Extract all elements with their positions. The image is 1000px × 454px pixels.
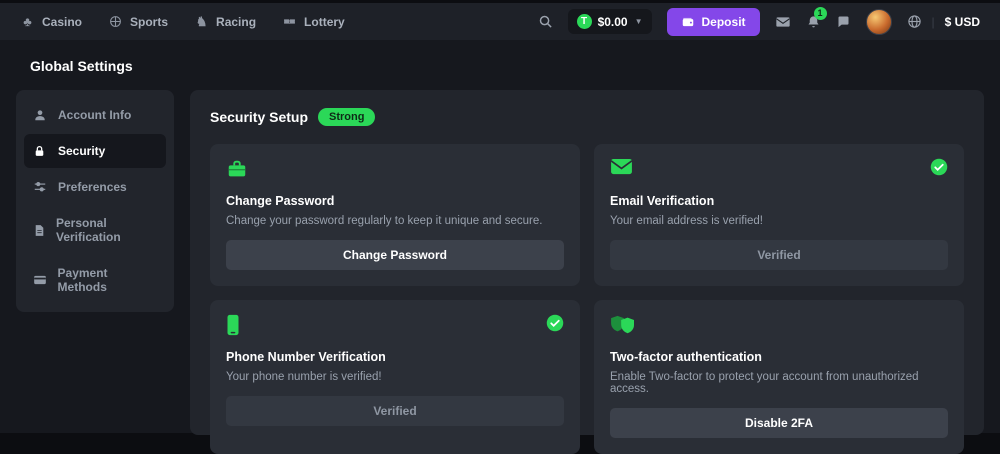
nav-item-label: Casino [42, 15, 82, 29]
chevron-down-icon: ▼ [635, 17, 643, 26]
sidebar-item-label: Payment Methods [58, 266, 157, 294]
sidebar-item-preferences[interactable]: Preferences [24, 170, 166, 204]
sidebar-item-label: Security [58, 144, 105, 158]
page-title: Global Settings [30, 58, 984, 74]
briefcase-lock-icon [226, 158, 248, 185]
lottery-icon [282, 14, 297, 29]
change-password-card: Change Password Change your password reg… [210, 144, 580, 286]
wallet-icon [681, 15, 695, 29]
email-verification-card: Email Verification Your email address is… [594, 144, 964, 286]
nav-item-label: Racing [216, 15, 256, 29]
settings-sidebar: Account Info Security Preferences Person… [16, 90, 174, 312]
check-circle-icon [930, 158, 948, 181]
strength-badge: Strong [318, 108, 375, 126]
nav-item-sports[interactable]: Sports [108, 14, 168, 29]
deposit-label: Deposit [702, 15, 746, 29]
lock-icon [33, 145, 48, 158]
card-top [610, 314, 948, 342]
nav-item-label: Lottery [304, 15, 345, 29]
sidebar-item-payment-methods[interactable]: Payment Methods [24, 256, 166, 304]
settings-page: Global Settings Account Info Security P [0, 40, 1000, 433]
security-panel: Security Setup Strong Change Password Ch… [190, 90, 984, 435]
navbar-actions: T $0.00 ▼ Deposit 1 | $ USD [538, 8, 980, 36]
document-icon [33, 224, 46, 237]
globe-icon [907, 14, 922, 29]
card-description: Your phone number is verified! [226, 371, 564, 383]
envelope-icon [610, 158, 633, 181]
phone-verification-card: Phone Number Verification Your phone num… [210, 300, 580, 454]
sidebar-item-personal-verification[interactable]: Personal Verification [24, 206, 166, 254]
search-icon[interactable] [538, 14, 553, 29]
panel-title: Security Setup [210, 109, 308, 125]
balance-amount: $0.00 [598, 15, 628, 29]
card-title: Two-factor authentication [610, 350, 948, 364]
card-title: Phone Number Verification [226, 350, 564, 364]
bell-icon[interactable]: 1 [806, 14, 821, 30]
card-top [226, 158, 564, 186]
settings-content: Account Info Security Preferences Person… [16, 90, 984, 435]
phone-verified-button[interactable]: Verified [226, 396, 564, 426]
user-avatar[interactable] [866, 9, 892, 35]
check-circle-icon [546, 314, 564, 337]
card-title: Email Verification [610, 194, 948, 208]
chat-icon[interactable] [836, 14, 851, 29]
shields-icon [610, 314, 636, 341]
nav-item-racing[interactable]: ♞ Racing [194, 14, 256, 29]
notification-badge: 1 [814, 7, 827, 20]
sports-icon [108, 14, 123, 29]
balance-selector[interactable]: T $0.00 ▼ [568, 9, 652, 34]
card-description: Enable Two-factor to protect your accoun… [610, 371, 948, 395]
currency-selector[interactable]: | $ USD [907, 14, 980, 29]
deposit-button[interactable]: Deposit [667, 8, 760, 36]
disable-2fa-button[interactable]: Disable 2FA [610, 408, 948, 438]
security-cards-grid: Change Password Change your password reg… [210, 144, 964, 454]
card-top [226, 314, 564, 342]
card-description: Your email address is verified! [610, 215, 948, 227]
credit-card-icon [33, 273, 48, 287]
sidebar-item-label: Personal Verification [56, 216, 157, 244]
sidebar-item-label: Account Info [58, 108, 131, 122]
email-verified-button[interactable]: Verified [610, 240, 948, 270]
casino-icon: ♣ [20, 14, 35, 29]
change-password-button[interactable]: Change Password [226, 240, 564, 270]
sidebar-item-security[interactable]: Security [24, 134, 166, 168]
sidebar-item-label: Preferences [58, 180, 127, 194]
user-icon [33, 108, 48, 122]
top-navbar: ♣ Casino Sports ♞ Racing Lottery T $0.00 [0, 3, 1000, 40]
card-title: Change Password [226, 194, 564, 208]
currency-label: $ USD [945, 15, 980, 29]
sidebar-item-account-info[interactable]: Account Info [24, 98, 166, 132]
panel-header: Security Setup Strong [210, 108, 964, 126]
divider: | [932, 15, 935, 29]
tether-coin-icon: T [577, 14, 592, 29]
racing-icon: ♞ [194, 14, 209, 29]
nav-item-casino[interactable]: ♣ Casino [20, 14, 82, 29]
phone-icon [226, 314, 240, 341]
inbox-icon[interactable] [775, 14, 791, 30]
card-description: Change your password regularly to keep i… [226, 215, 564, 227]
two-factor-card: Two-factor authentication Enable Two-fac… [594, 300, 964, 454]
primary-nav: ♣ Casino Sports ♞ Racing Lottery [20, 14, 345, 29]
nav-item-lottery[interactable]: Lottery [282, 14, 345, 29]
card-top [610, 158, 948, 186]
nav-item-label: Sports [130, 15, 168, 29]
sliders-icon [33, 180, 48, 194]
